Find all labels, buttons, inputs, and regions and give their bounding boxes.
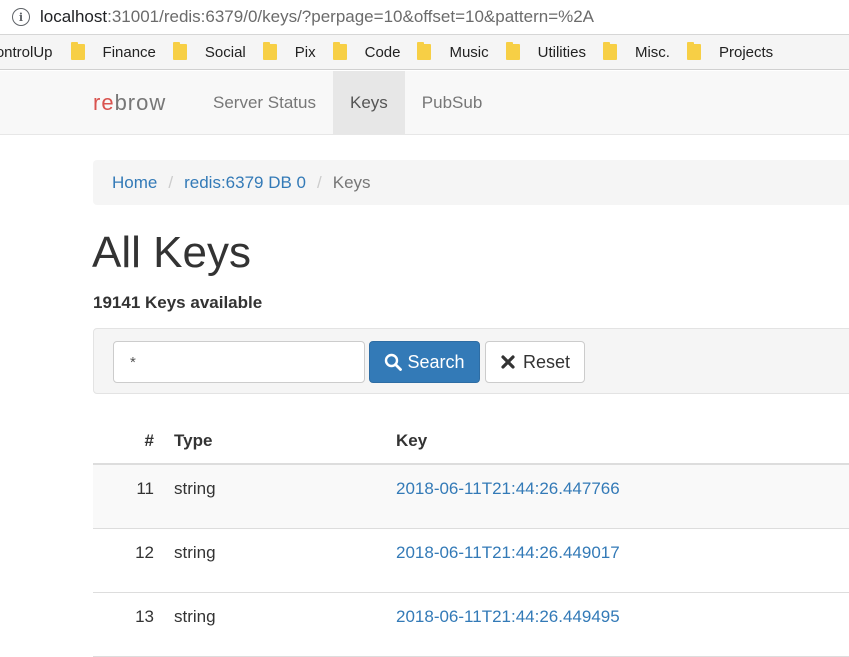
url-text[interactable]: localhost:31001/redis:6379/0/keys/?perpa…	[40, 7, 594, 27]
bookmark-label: Projects	[718, 43, 774, 61]
bookmark-social[interactable]: Social	[172, 42, 246, 61]
row-num: 13	[135, 607, 154, 626]
header-type: Type	[174, 431, 213, 450]
keys-table: # Type Key 11 string 2018-06-11T21:44:26…	[93, 418, 849, 657]
brand-logo[interactable]: rebrow	[93, 90, 166, 116]
navbar: rebrow Server Status Keys PubSub	[0, 71, 849, 135]
bookmark-misc[interactable]: Misc.	[602, 42, 670, 61]
bookmark-label: Finance	[102, 43, 156, 61]
table-row: 13 string 2018-06-11T21:44:26.449495	[93, 593, 849, 657]
bookmark-utilities[interactable]: Utilities	[505, 42, 586, 61]
nav-server-status[interactable]: Server Status	[196, 71, 333, 135]
page-title: All Keys	[92, 228, 251, 277]
bookmarks-bar: ControlUp Finance Social Pix Code Music …	[0, 35, 849, 70]
breadcrumb-separator: /	[317, 172, 322, 192]
bookmark-pix[interactable]: Pix	[262, 42, 316, 61]
reset-button[interactable]: Reset	[485, 341, 585, 383]
row-key-link[interactable]: 2018-06-11T21:44:26.449017	[396, 543, 620, 563]
bookmark-label: Music	[449, 43, 489, 61]
folder-icon	[505, 42, 520, 60]
nav-pubsub[interactable]: PubSub	[405, 71, 500, 135]
folder-icon	[686, 42, 701, 60]
bookmark-label: Code	[364, 43, 401, 61]
bookmark-code[interactable]: Code	[332, 42, 401, 61]
url-field[interactable]: i localhost:31001/redis:6379/0/keys/?per…	[6, 3, 849, 31]
url-host: localhost	[40, 7, 108, 26]
row-key-link[interactable]: 2018-06-11T21:44:26.449495	[396, 607, 620, 627]
folder-icon	[417, 42, 432, 60]
bookmark-label: Misc.	[634, 43, 670, 61]
nav-menu: Server Status Keys PubSub	[196, 71, 499, 135]
breadcrumb-current: Keys	[332, 172, 371, 192]
row-num: 11	[136, 479, 154, 498]
folder-icon	[172, 42, 187, 60]
header-key: Key	[396, 431, 428, 450]
search-button-label: Search	[407, 351, 465, 372]
breadcrumb-separator: /	[168, 172, 174, 192]
breadcrumb-db[interactable]: redis:6379 DB 0	[184, 173, 306, 193]
folder-icon	[70, 42, 85, 60]
info-icon[interactable]: i	[12, 8, 30, 26]
search-button[interactable]: Search	[369, 341, 480, 383]
bookmark-music[interactable]: Music	[417, 42, 489, 61]
search-input[interactable]	[113, 341, 365, 383]
bookmark-projects[interactable]: Projects	[686, 42, 774, 61]
search-icon	[385, 353, 403, 371]
row-type: string	[174, 479, 216, 498]
search-form: Search Reset	[93, 328, 849, 394]
row-type: string	[174, 543, 216, 562]
table-row: 12 string 2018-06-11T21:44:26.449017	[93, 529, 849, 593]
bookmark-finance[interactable]: Finance	[70, 42, 156, 61]
close-icon	[501, 355, 515, 369]
bookmark-label: Pix	[294, 43, 316, 61]
nav-keys[interactable]: Keys	[333, 71, 405, 135]
header-num: #	[144, 431, 154, 450]
keys-count: 19141 Keys available	[93, 293, 263, 312]
brand-prefix: re	[93, 90, 115, 115]
url-path: :31001/redis:6379/0/keys/?perpage=10&off…	[107, 7, 595, 26]
brand-suffix: brow	[114, 90, 167, 115]
bookmark-label: ControlUp	[0, 43, 53, 61]
table-row: 11 string 2018-06-11T21:44:26.447766	[93, 465, 849, 529]
row-type: string	[174, 607, 216, 626]
table-header: # Type Key	[93, 418, 849, 465]
bookmark-controlup[interactable]: ControlUp	[0, 44, 53, 61]
bookmark-label: Utilities	[537, 43, 586, 61]
folder-icon	[262, 42, 277, 60]
row-num: 12	[135, 543, 154, 562]
reset-button-label: Reset	[522, 351, 571, 372]
breadcrumb-home[interactable]: Home	[112, 173, 157, 193]
folder-icon	[602, 42, 617, 60]
row-key-link[interactable]: 2018-06-11T21:44:26.447766	[396, 479, 620, 499]
folder-icon	[332, 42, 347, 60]
breadcrumb: Home / redis:6379 DB 0 / Keys	[93, 160, 849, 205]
bookmark-label: Social	[204, 43, 246, 61]
browser-address-bar: i localhost:31001/redis:6379/0/keys/?per…	[0, 0, 849, 35]
